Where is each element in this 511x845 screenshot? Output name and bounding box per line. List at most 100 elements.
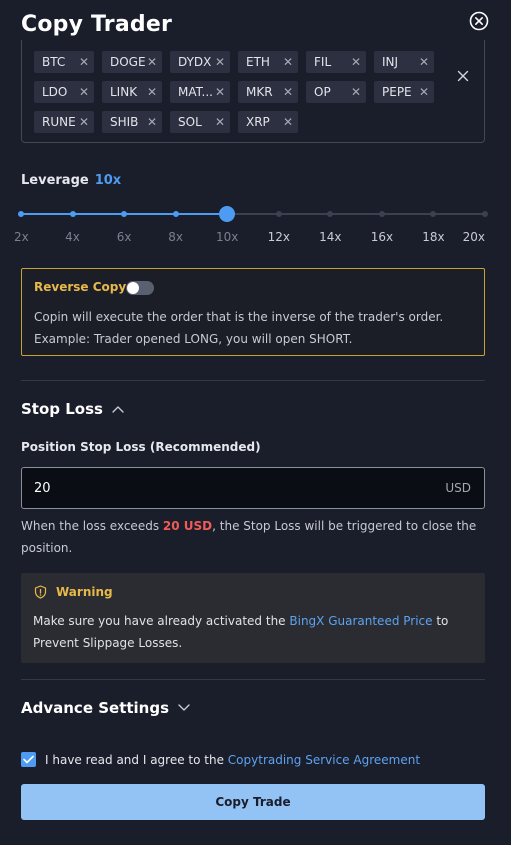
token-chip: BTC ✕ — [34, 51, 94, 73]
slider-step-dot — [275, 211, 282, 217]
remove-token-icon[interactable]: ✕ — [283, 86, 293, 98]
token-chip: PEPE ✕ — [374, 81, 434, 103]
token-selector[interactable]: BTC ✕ DOGE ✕ DYDX ✕ ETH ✕ FIL ✕ INJ ✕ LDO ✕ LIN… — [21, 40, 485, 143]
reverse-copy-title: Reverse Copy — [34, 280, 127, 294]
token-chip: DYDX ✕ — [170, 51, 230, 73]
remove-token-icon[interactable]: ✕ — [79, 116, 89, 128]
leverage-tick-label[interactable]: 14x — [319, 230, 341, 244]
token-chip: DOGE ✕ — [102, 51, 162, 73]
leverage-tick-label[interactable]: 12x — [268, 230, 290, 244]
stop-loss-header[interactable]: Stop Loss — [21, 400, 124, 418]
chevron-down-icon — [178, 704, 190, 711]
toggle-knob — [127, 282, 139, 294]
token-chip: OP ✕ — [306, 81, 366, 103]
page-title: Copy Trader — [21, 12, 173, 37]
leverage-value: 10x — [94, 173, 122, 188]
remove-token-icon[interactable]: ✕ — [215, 56, 225, 68]
token-chip: SOL ✕ — [170, 111, 230, 133]
leverage-tick-label[interactable]: 18x — [422, 230, 444, 244]
remove-token-icon[interactable]: ✕ — [147, 116, 157, 128]
token-label: RUNE — [42, 115, 76, 129]
leverage-tick-label[interactable]: 2x — [14, 230, 29, 244]
remove-token-icon[interactable]: ✕ — [283, 116, 293, 128]
stop-loss-title: Stop Loss — [21, 400, 103, 418]
slider-step-dot — [378, 211, 385, 217]
token-chip: LINK ✕ — [102, 81, 162, 103]
leverage-tick-label[interactable]: 6x — [117, 230, 132, 244]
agreement-prefix: I have read and I agree to the — [45, 752, 228, 767]
warning-panel: Warning Make sure you have already activ… — [21, 573, 485, 663]
token-label: XRP — [246, 115, 270, 129]
remove-token-icon[interactable]: ✕ — [147, 56, 157, 68]
leverage-ticks: 2x 4x 6x 8x 10x 12x 14x 16x 18x 20x — [14, 230, 485, 246]
slider-step-dot — [172, 211, 179, 217]
stop-loss-note: When the loss exceeds 20 USD, the Stop L… — [21, 515, 485, 559]
close-button[interactable] — [469, 11, 489, 31]
reverse-copy-toggle[interactable] — [126, 281, 154, 295]
divider — [21, 380, 485, 381]
remove-token-icon[interactable]: ✕ — [351, 56, 361, 68]
leverage-tick-label[interactable]: 10x — [216, 230, 238, 244]
stop-loss-amount: 20 USD — [162, 519, 213, 533]
stop-loss-input-wrapper: USD — [21, 467, 485, 509]
remove-token-icon[interactable]: ✕ — [215, 86, 225, 98]
stop-loss-note-prefix: When the loss exceeds — [21, 519, 163, 533]
divider — [21, 679, 485, 680]
reverse-copy-panel: Reverse Copy Copin will execute the orde… — [21, 268, 485, 356]
token-chip: INJ ✕ — [374, 51, 434, 73]
remove-token-icon[interactable]: ✕ — [215, 116, 225, 128]
token-label: ETH — [246, 55, 270, 69]
token-chip: RUNE ✕ — [34, 111, 94, 133]
leverage-tick-label[interactable]: 16x — [371, 230, 393, 244]
token-label: OP — [314, 85, 331, 99]
leverage-tick-label[interactable]: 8x — [168, 230, 183, 244]
advance-settings-header[interactable]: Advance Settings — [21, 699, 190, 717]
token-chip: MAT... ✕ — [170, 81, 230, 103]
slider-step-dot — [121, 211, 128, 217]
token-chip: ETH ✕ — [238, 51, 298, 73]
chevron-up-icon — [112, 406, 124, 413]
reverse-copy-line-2: Example: Trader opened LONG, you will op… — [34, 332, 353, 346]
leverage-tick-label[interactable]: 20x — [463, 230, 485, 244]
slider-step-dot — [18, 211, 24, 217]
stop-loss-unit: USD — [445, 481, 471, 495]
service-agreement-link[interactable]: Copytrading Service Agreement — [228, 753, 420, 767]
close-icon — [457, 70, 469, 82]
agreement-row: I have read and I agree to the Copytradi… — [21, 752, 420, 767]
guaranteed-price-link[interactable]: BingX Guaranteed Price — [289, 614, 432, 628]
leverage-slider[interactable] — [18, 205, 488, 223]
remove-token-icon[interactable]: ✕ — [283, 56, 293, 68]
remove-token-icon[interactable]: ✕ — [351, 86, 361, 98]
warning-text: Make sure you have already activated the… — [33, 610, 463, 654]
token-label: SOL — [178, 115, 202, 129]
token-label: LINK — [110, 85, 138, 99]
token-label: INJ — [382, 55, 399, 69]
slider-step-dot — [482, 211, 488, 217]
leverage-label: Leverage 10x — [21, 173, 121, 188]
remove-token-icon[interactable]: ✕ — [419, 56, 429, 68]
token-label: LDO — [42, 85, 68, 99]
remove-token-icon[interactable]: ✕ — [419, 86, 429, 98]
checkmark-icon — [23, 755, 34, 764]
token-chip: LDO ✕ — [34, 81, 94, 103]
token-label: DYDX — [178, 55, 212, 69]
slider-step-dot — [69, 211, 76, 217]
remove-token-icon[interactable]: ✕ — [147, 86, 157, 98]
copy-trade-button[interactable]: Copy Trade — [21, 784, 485, 820]
header: Copy Trader — [21, 10, 491, 44]
warning-header: Warning — [34, 585, 113, 599]
remove-token-icon[interactable]: ✕ — [79, 56, 89, 68]
slider-step-dot — [430, 211, 437, 217]
token-chip: FIL ✕ — [306, 51, 366, 73]
stop-loss-input[interactable] — [34, 468, 414, 508]
slider-thumb[interactable] — [219, 206, 236, 222]
clear-all-button[interactable] — [456, 68, 470, 82]
token-row-2: LDO ✕ LINK ✕ MAT... ✕ MKR ✕ OP ✕ PEPE ✕ — [34, 81, 434, 103]
advance-settings-title: Advance Settings — [21, 699, 170, 717]
leverage-title: Leverage — [21, 173, 89, 188]
agreement-checkbox[interactable] — [21, 752, 36, 767]
reverse-copy-line-1: Copin will execute the order that is the… — [34, 310, 444, 324]
leverage-tick-label[interactable]: 4x — [65, 230, 80, 244]
remove-token-icon[interactable]: ✕ — [79, 86, 89, 98]
agreement-text: I have read and I agree to the Copytradi… — [45, 753, 420, 767]
